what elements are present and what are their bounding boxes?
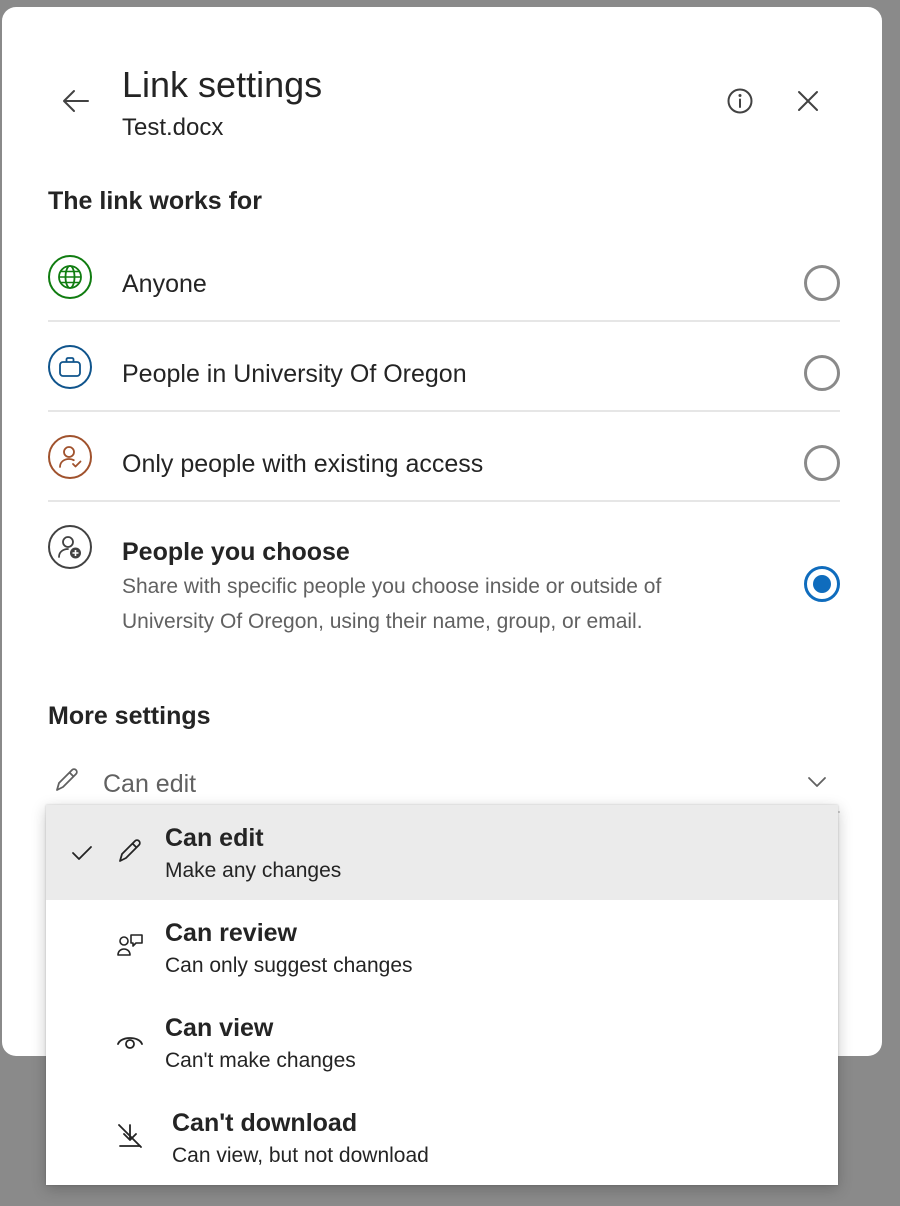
info-icon	[727, 88, 753, 114]
menu-item-can-review[interactable]: Can review Can only suggest changes	[46, 900, 838, 995]
menu-item-description: Can view, but not download	[172, 1144, 429, 1167]
menu-item-can-edit[interactable]: Can edit Make any changes	[46, 805, 838, 900]
menu-item-description: Can only suggest changes	[165, 954, 413, 977]
pencil-icon	[114, 835, 146, 867]
person-add-icon	[48, 525, 92, 569]
option-anyone[interactable]: Anyone	[48, 232, 840, 322]
menu-item-title: Can edit	[165, 824, 264, 852]
review-icon	[114, 930, 146, 962]
menu-item-description: Make any changes	[165, 859, 342, 882]
close-icon	[798, 91, 818, 111]
file-name: Test.docx	[122, 114, 224, 141]
radio-people-you-choose[interactable]	[804, 566, 840, 602]
menu-item-description: Can't make changes	[165, 1049, 356, 1072]
radio-existing-access[interactable]	[804, 445, 840, 481]
menu-item-title: Can view	[165, 1014, 274, 1042]
permission-value: Can edit	[103, 770, 197, 798]
close-button[interactable]	[786, 79, 830, 123]
person-check-icon	[48, 435, 92, 479]
permission-menu: Can edit Make any changes Can review Can…	[46, 805, 838, 1185]
radio-anyone[interactable]	[804, 265, 840, 301]
option-organization[interactable]: People in University Of Oregon	[48, 322, 840, 412]
checkmark-icon	[72, 846, 92, 860]
briefcase-icon	[48, 345, 92, 389]
back-button[interactable]	[54, 79, 98, 123]
option-people-you-choose[interactable]: People you choose Share with specific pe…	[48, 502, 840, 633]
menu-item-title: Can't download	[172, 1109, 358, 1137]
link-works-for-heading: The link works for	[48, 187, 262, 215]
pencil-icon	[56, 768, 78, 791]
menu-item-can-view[interactable]: Can view Can't make changes	[46, 995, 838, 1090]
option-label: Only people with existing access	[122, 450, 484, 478]
globe-icon	[48, 255, 92, 299]
eye-icon	[114, 1025, 146, 1057]
radio-organization[interactable]	[804, 355, 840, 391]
arrow-left-icon	[63, 90, 89, 112]
option-label: People you choose	[122, 538, 350, 566]
option-label: People in University Of Oregon	[122, 360, 467, 388]
option-description: Share with specific people you choose in…	[122, 575, 662, 633]
no-download-icon	[114, 1120, 146, 1152]
chevron-down-icon	[808, 777, 826, 787]
dialog-title: Link settings	[122, 64, 323, 105]
menu-item-cant-download[interactable]: Can't download Can view, but not downloa…	[46, 1090, 838, 1185]
option-label: Anyone	[122, 270, 207, 298]
option-existing-access[interactable]: Only people with existing access	[48, 412, 840, 502]
menu-item-title: Can review	[165, 919, 298, 947]
info-button[interactable]	[720, 79, 760, 123]
more-settings-heading: More settings	[48, 702, 211, 730]
